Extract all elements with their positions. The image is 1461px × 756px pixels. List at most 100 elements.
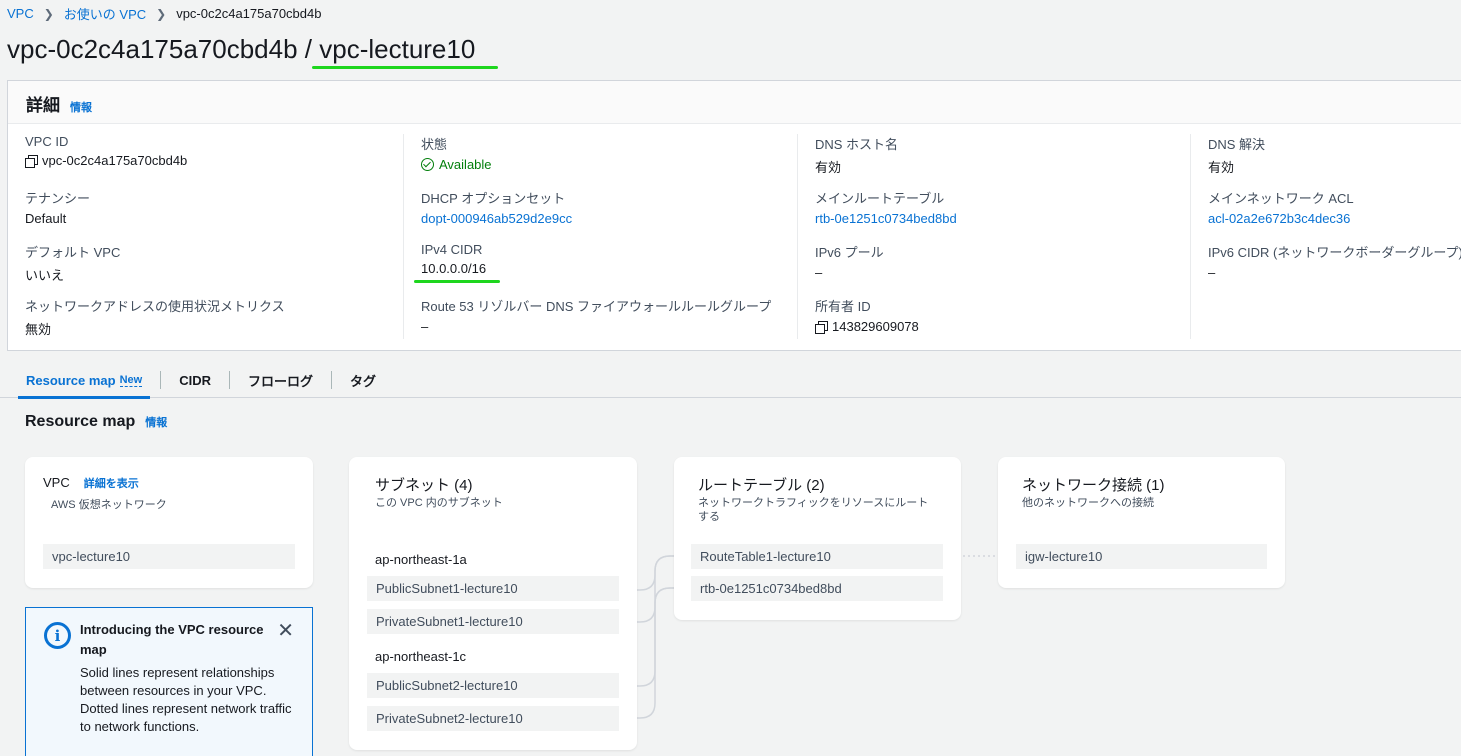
details-column-2: 状態 Available DHCP オプションセット dopt-000946ab… bbox=[403, 134, 797, 339]
field-label: DNS ホスト名 bbox=[815, 137, 899, 152]
details-panel: 詳細 情報 VPC ID vpc-0c2c4a175a70cbd4b テナンシー… bbox=[7, 80, 1461, 351]
page-title: vpc-0c2c4a175a70cbd4b / vpc-lecture10 bbox=[7, 34, 475, 65]
field-label: メインルートテーブル bbox=[815, 191, 945, 206]
vpc-id-value: vpc-0c2c4a175a70cbd4b bbox=[42, 153, 188, 168]
field-vpc-id: VPC ID vpc-0c2c4a175a70cbd4b bbox=[25, 134, 405, 168]
copy-icon[interactable] bbox=[25, 154, 38, 168]
owner-id-value: 143829609078 bbox=[832, 319, 919, 334]
address-metrics-value: 無効 bbox=[25, 322, 52, 337]
chevron-right-icon: ❯ bbox=[43, 6, 54, 21]
details-column-4: DNS 解決 有効 メインネットワーク ACL acl-02a2e672b3c4… bbox=[1190, 134, 1461, 339]
availability-zone-label: ap-northeast-1a bbox=[375, 552, 467, 567]
subnet-item[interactable]: PrivateSubnet1-lecture10 bbox=[367, 609, 619, 634]
details-header: 詳細 情報 bbox=[8, 81, 1461, 124]
field-label: IPv6 CIDR (ネットワークボーダーグループ) bbox=[1208, 245, 1461, 260]
field-tenancy: テナンシー Default bbox=[25, 188, 405, 226]
subnets-card-subtitle: この VPC 内のサブネット bbox=[375, 497, 503, 509]
tab-flow-logs[interactable]: フローログ bbox=[230, 363, 331, 398]
network-connections-card: ネットワーク接続 (1) 他のネットワークへの接続 igw-lecture10 bbox=[998, 457, 1285, 588]
breadcrumb: VPC ❯ お使いの VPC ❯ vpc-0c2c4a175a70cbd4b bbox=[7, 4, 321, 23]
field-default-vpc: デフォルト VPC いいえ bbox=[25, 242, 405, 284]
resource-map-info-link[interactable]: 情報 bbox=[145, 414, 167, 430]
chevron-right-icon: ❯ bbox=[156, 6, 167, 21]
subnet-item[interactable]: PublicSubnet2-lecture10 bbox=[367, 673, 619, 698]
field-label: メインネットワーク ACL bbox=[1208, 191, 1354, 206]
page-title-name: vpc-lecture10 bbox=[319, 34, 476, 64]
field-label: IPv4 CIDR bbox=[421, 242, 483, 257]
field-owner-id: 所有者 ID 143829609078 bbox=[815, 296, 1195, 334]
route-table-item[interactable]: RouteTable1-lecture10 bbox=[691, 544, 943, 569]
state-value: Available bbox=[439, 157, 492, 172]
field-route53-resolver: Route 53 リゾルバー DNS ファイアウォールルールグループ – bbox=[421, 296, 801, 334]
field-label: ネットワークアドレスの使用状況メトリクス bbox=[25, 299, 285, 314]
field-main-network-acl: メインネットワーク ACL acl-02a2e672b3c4dec36 bbox=[1208, 188, 1461, 226]
main-route-table-link[interactable]: rtb-0e1251c0734bed8bd bbox=[815, 211, 1195, 226]
default-vpc-value: いいえ bbox=[25, 268, 65, 283]
title-highlight-underline bbox=[312, 66, 498, 69]
ipv4-cidr-value: 10.0.0.0/16 bbox=[421, 261, 487, 276]
subnets-card-title: サブネット (4) bbox=[375, 477, 473, 494]
resource-map-title: Resource map bbox=[25, 413, 136, 430]
field-label: テナンシー bbox=[25, 191, 91, 206]
route-tables-card-subtitle: ネットワークトラフィックをリソースにルートする bbox=[698, 497, 929, 524]
field-label: DNS 解決 bbox=[1208, 137, 1266, 152]
dhcp-options-link[interactable]: dopt-000946ab529d2e9cc bbox=[421, 211, 801, 226]
field-label: VPC ID bbox=[25, 134, 69, 149]
resource-map-heading: Resource map 情報 bbox=[25, 413, 167, 431]
network-connections-card-title: ネットワーク接続 (1) bbox=[1022, 477, 1165, 494]
details-info-link[interactable]: 情報 bbox=[70, 99, 92, 115]
details-heading: 詳細 bbox=[26, 96, 60, 115]
field-label: 状態 bbox=[421, 137, 448, 152]
field-label: DHCP オプションセット bbox=[421, 191, 566, 206]
page-title-id: vpc-0c2c4a175a70cbd4b / bbox=[7, 34, 320, 64]
dns-hostnames-value: 有効 bbox=[815, 160, 842, 175]
breadcrumb-current: vpc-0c2c4a175a70cbd4b bbox=[176, 6, 322, 21]
breadcrumb-your-vpcs[interactable]: お使いの VPC bbox=[64, 4, 146, 23]
cidr-highlight-underline bbox=[414, 280, 500, 283]
field-label: IPv6 プール bbox=[815, 245, 884, 260]
vpc-card-subtitle: AWS 仮想ネットワーク bbox=[51, 499, 167, 511]
status-success-icon bbox=[421, 158, 434, 171]
tab-resource-map[interactable]: Resource map New bbox=[8, 363, 160, 399]
route-tables-card: ルートテーブル (2) ネットワークトラフィックをリソースにルートする Rout… bbox=[674, 457, 961, 620]
details-column-1: VPC ID vpc-0c2c4a175a70cbd4b テナンシー Defau… bbox=[8, 134, 403, 339]
info-icon: i bbox=[44, 622, 71, 649]
details-column-3: DNS ホスト名 有効 メインルートテーブル rtb-0e1251c0734be… bbox=[797, 134, 1190, 339]
subnets-card: サブネット (4) この VPC 内のサブネット ap-northeast-1a… bbox=[349, 457, 637, 750]
field-main-route-table: メインルートテーブル rtb-0e1251c0734bed8bd bbox=[815, 188, 1195, 226]
vpc-card: VPC 詳細を表示 AWS 仮想ネットワーク vpc-lecture10 bbox=[25, 457, 313, 588]
main-network-acl-link[interactable]: acl-02a2e672b3c4dec36 bbox=[1208, 211, 1461, 226]
field-dhcp-options: DHCP オプションセット dopt-000946ab529d2e9cc bbox=[421, 188, 801, 226]
breadcrumb-vpc[interactable]: VPC bbox=[7, 6, 34, 21]
subnet-item[interactable]: PrivateSubnet2-lecture10 bbox=[367, 706, 619, 731]
route53-value: – bbox=[421, 319, 429, 334]
field-ipv6-cidr: IPv6 CIDR (ネットワークボーダーグループ) – bbox=[1208, 242, 1461, 280]
intro-heading: Introducing the VPC resource map bbox=[80, 622, 264, 657]
tenancy-value: Default bbox=[25, 211, 67, 226]
intro-info-alert: i ✕ Introducing the VPC resource map Sol… bbox=[25, 607, 313, 756]
field-ipv4-cidr: IPv4 CIDR 10.0.0.0/16 bbox=[421, 242, 801, 276]
tab-tags[interactable]: タグ bbox=[332, 363, 394, 398]
field-state: 状態 Available bbox=[421, 134, 801, 172]
dns-resolution-value: 有効 bbox=[1208, 160, 1235, 175]
vpc-item[interactable]: vpc-lecture10 bbox=[43, 544, 295, 569]
route-table-item[interactable]: rtb-0e1251c0734bed8bd bbox=[691, 576, 943, 601]
availability-zone-label: ap-northeast-1c bbox=[375, 649, 467, 664]
intro-body: Solid lines represent relationships betw… bbox=[80, 665, 292, 734]
tab-label: Resource map bbox=[26, 372, 116, 388]
tab-bar: Resource map New CIDR フローログ タグ bbox=[0, 363, 1461, 399]
copy-icon[interactable] bbox=[815, 320, 828, 334]
network-connections-card-subtitle: 他のネットワークへの接続 bbox=[1022, 497, 1154, 509]
network-connection-item[interactable]: igw-lecture10 bbox=[1016, 544, 1267, 569]
tab-cidr[interactable]: CIDR bbox=[161, 363, 229, 398]
ipv6-cidr-value: – bbox=[1208, 265, 1216, 280]
field-label: Route 53 リゾルバー DNS ファイアウォールルールグループ bbox=[421, 299, 772, 314]
field-label: デフォルト VPC bbox=[25, 245, 121, 260]
close-icon[interactable]: ✕ bbox=[277, 618, 294, 643]
vpc-card-title: VPC bbox=[43, 475, 70, 490]
route-tables-card-title: ルートテーブル (2) bbox=[698, 477, 825, 494]
vpc-show-details-link[interactable]: 詳細を表示 bbox=[84, 475, 139, 491]
field-address-metrics: ネットワークアドレスの使用状況メトリクス 無効 bbox=[25, 296, 405, 338]
field-ipv6-pool: IPv6 プール – bbox=[815, 242, 1195, 280]
subnet-item[interactable]: PublicSubnet1-lecture10 bbox=[367, 576, 619, 601]
